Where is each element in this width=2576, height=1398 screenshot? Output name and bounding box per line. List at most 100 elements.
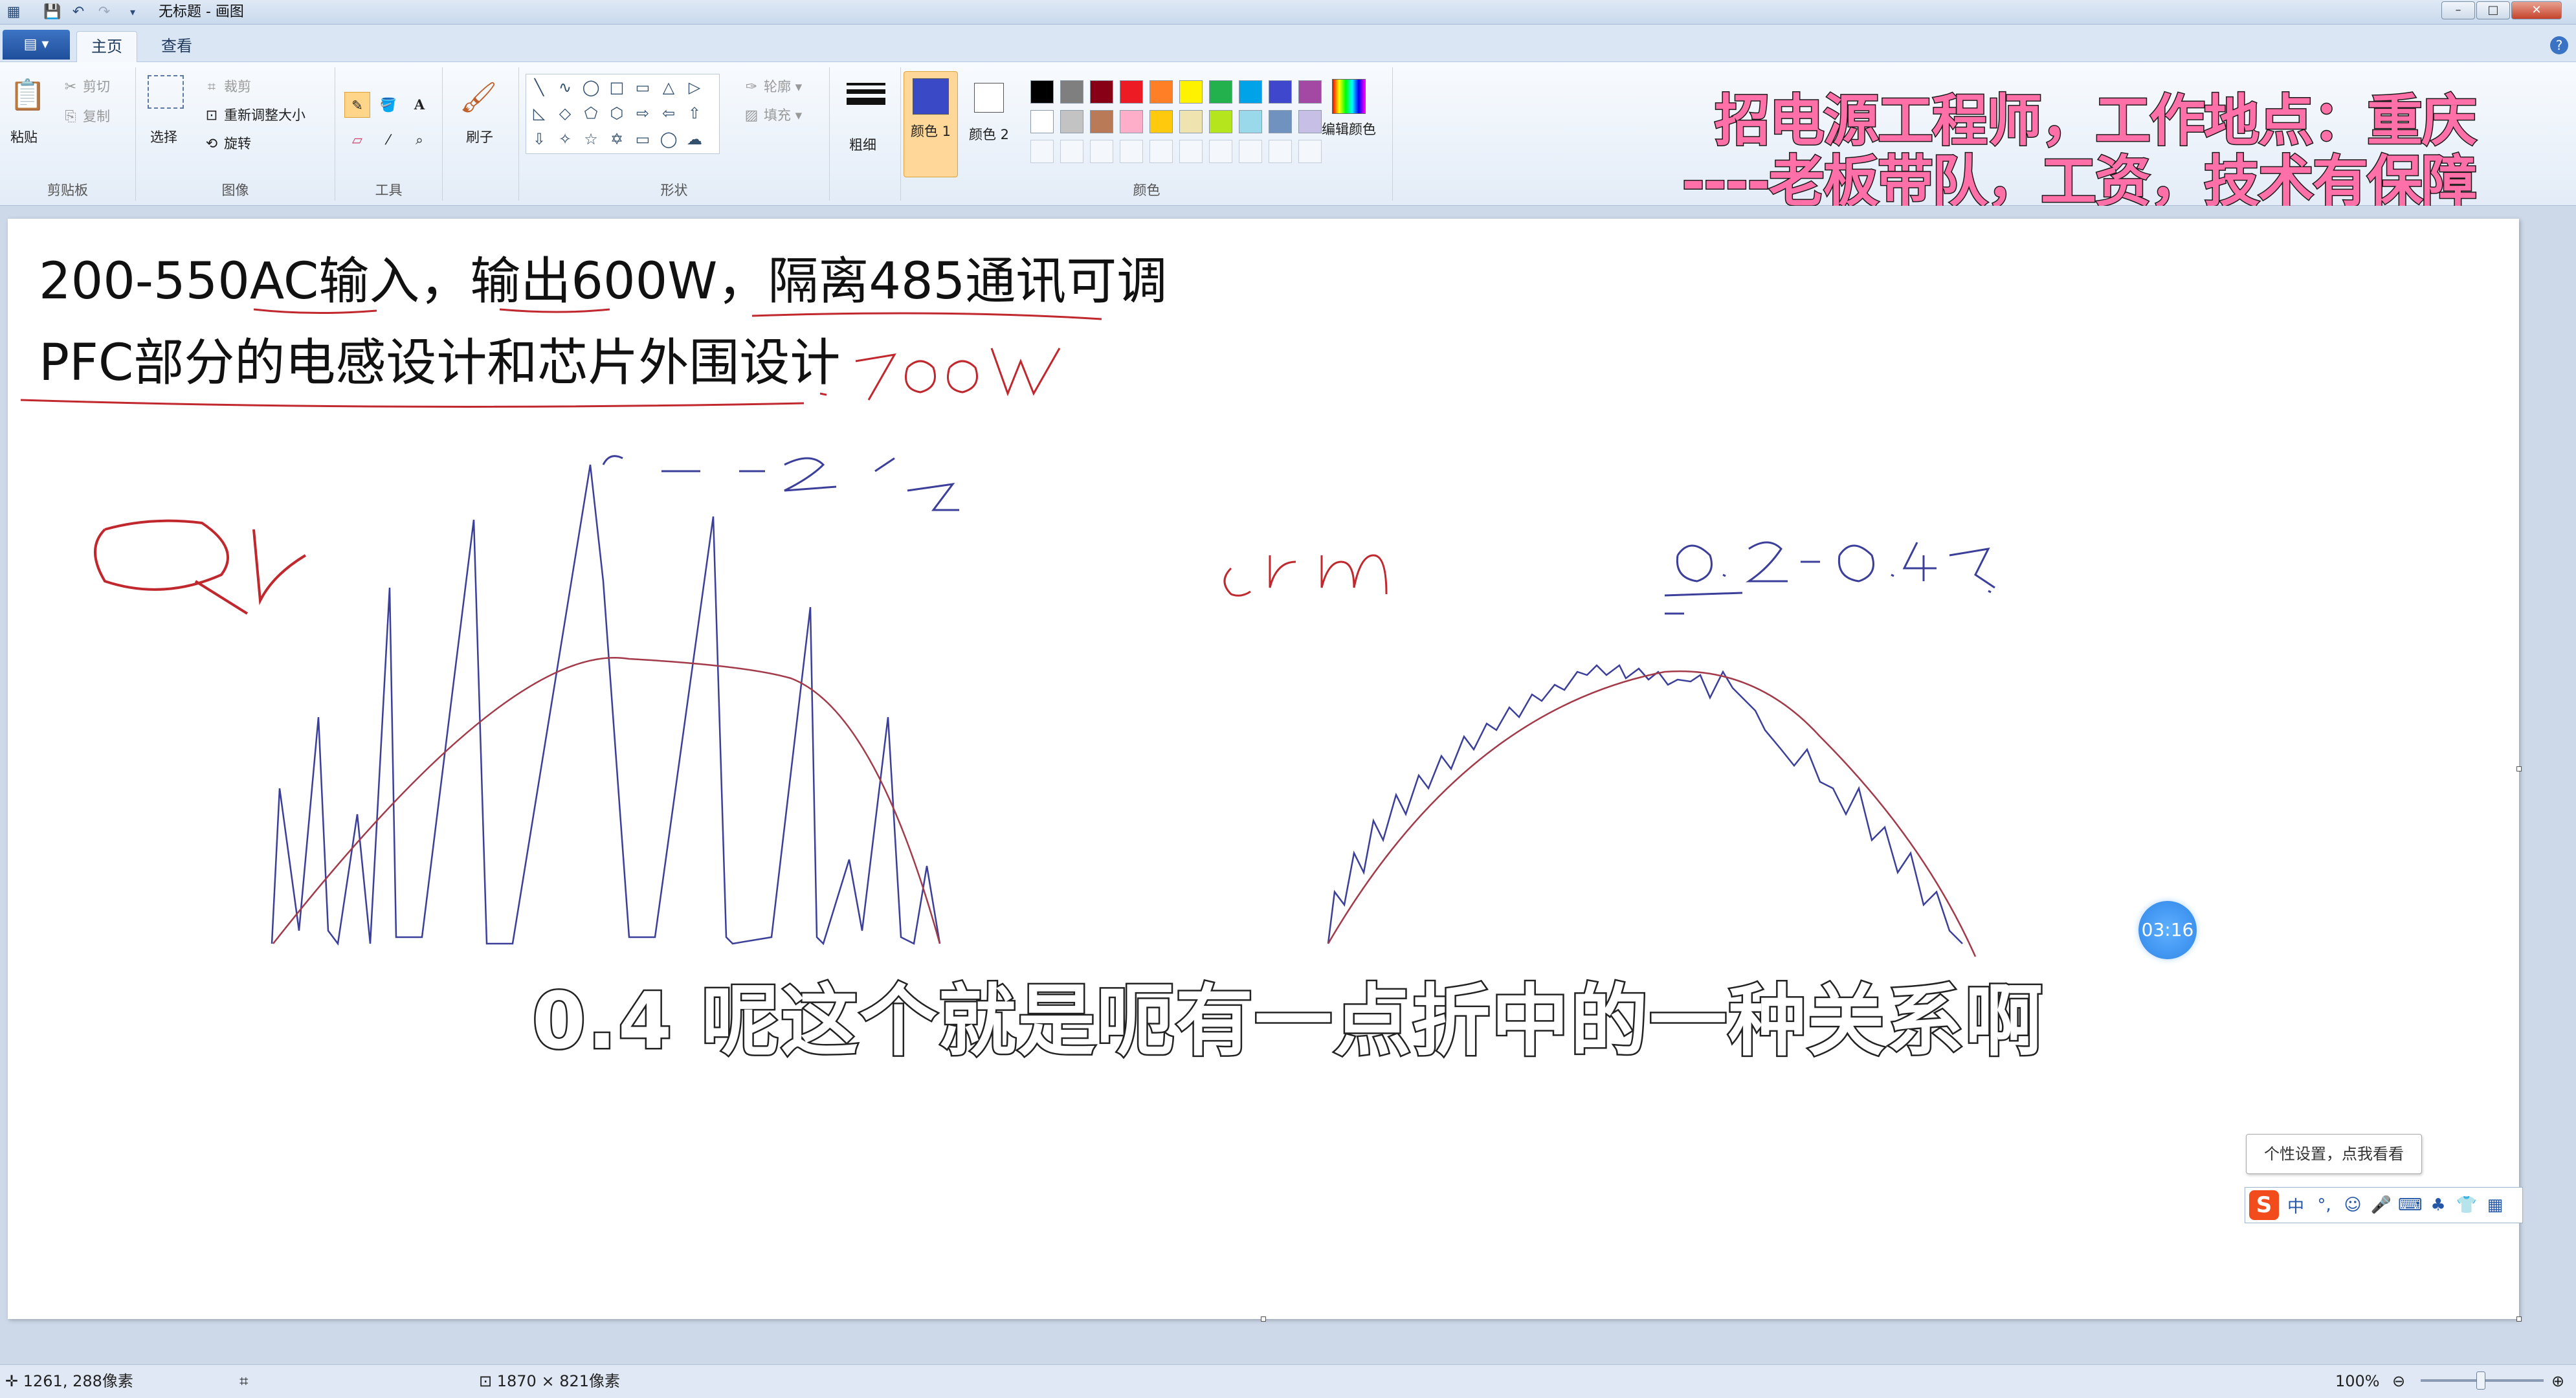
tab-home[interactable]: 主页 xyxy=(76,31,137,62)
shapes-gallery[interactable]: ╲ ∿ ◯ □ ▭ △ ▷ ◺ ◇ ⬠ ⬡ ⇨ ⇦ ⇧ ⇩ ✧ ☆ ✡ ▭ ◯ ☁ xyxy=(526,74,720,154)
drawing-canvas[interactable]: 200-550AC输入，输出600W，隔离485通讯可调 PFC部分的电感设计和… xyxy=(8,219,2522,1322)
zoom-slider-thumb[interactable] xyxy=(2476,1371,2485,1390)
ime-tools-icon[interactable]: ♣ xyxy=(2426,1195,2450,1215)
tab-view[interactable]: 查看 xyxy=(148,31,206,62)
brush-icon[interactable]: 🖌 xyxy=(460,76,497,118)
color2-button[interactable]: 颜色 2 xyxy=(966,71,1012,177)
magnifier-icon[interactable]: ⌕ xyxy=(406,127,432,153)
shape-option[interactable]: ⇩ xyxy=(526,126,552,152)
palette-color-swatch[interactable] xyxy=(1298,80,1322,104)
palette-color-swatch[interactable] xyxy=(1030,110,1054,133)
palette-color-swatch[interactable] xyxy=(1149,80,1173,104)
cut-button[interactable]: ✂ 剪切 xyxy=(62,76,110,96)
zoom-out-icon[interactable]: ⊖ xyxy=(2392,1365,2405,1397)
custom-color-slot[interactable] xyxy=(1060,140,1083,163)
maximize-button[interactable]: □ xyxy=(2476,1,2510,19)
ime-skin-icon[interactable]: 👕 xyxy=(2455,1195,2478,1215)
shape-option[interactable]: ✧ xyxy=(552,126,578,152)
shape-option[interactable]: ⬡ xyxy=(604,100,630,126)
select-button[interactable]: 选择 xyxy=(150,127,177,146)
rotate-button[interactable]: ⟲ 旋转 xyxy=(203,133,251,153)
custom-color-slot[interactable] xyxy=(1120,140,1143,163)
palette-color-swatch[interactable] xyxy=(1209,80,1232,104)
shape-option[interactable]: ⬠ xyxy=(578,100,604,126)
crop-button[interactable]: ⌗ 裁剪 xyxy=(203,76,251,96)
shape-option[interactable]: ⇨ xyxy=(630,100,656,126)
shape-option[interactable]: ╲ xyxy=(526,74,552,100)
palette-color-swatch[interactable] xyxy=(1030,80,1054,104)
outline-button[interactable]: ✑ 轮廓 ▾ xyxy=(743,76,802,96)
fill-bucket-icon[interactable]: 🪣 xyxy=(375,92,401,118)
ime-chinese-mode[interactable]: 中 xyxy=(2284,1193,2307,1217)
canvas-resize-handle-right[interactable] xyxy=(2516,766,2522,771)
canvas-workspace[interactable]: 200-550AC输入，输出600W，隔离485通讯可调 PFC部分的电感设计和… xyxy=(0,206,2576,1364)
shape-option[interactable]: ☁ xyxy=(682,126,707,152)
palette-color-swatch[interactable] xyxy=(1269,110,1292,133)
minimize-button[interactable]: – xyxy=(2441,1,2475,19)
file-menu-button[interactable]: ▤ ▾ xyxy=(3,30,70,60)
undo-icon[interactable]: ↶ xyxy=(69,3,88,22)
shape-option[interactable]: ✡ xyxy=(604,126,630,152)
shape-option[interactable]: ◇ xyxy=(552,100,578,126)
custom-color-slot[interactable] xyxy=(1209,140,1232,163)
custom-color-slot[interactable] xyxy=(1239,140,1262,163)
shape-option[interactable]: △ xyxy=(656,74,682,100)
shape-option[interactable]: ◯ xyxy=(656,126,682,152)
close-button[interactable]: ✕ xyxy=(2511,1,2562,19)
shape-option[interactable]: ⇦ xyxy=(656,100,682,126)
paste-button[interactable]: 粘贴 xyxy=(10,127,38,146)
shape-option[interactable]: ▭ xyxy=(630,74,656,100)
palette-color-swatch[interactable] xyxy=(1239,80,1262,104)
ime-keyboard-icon[interactable]: ⌨ xyxy=(2398,1195,2423,1215)
custom-color-slot[interactable] xyxy=(1030,140,1054,163)
eraser-icon[interactable]: ▱ xyxy=(344,127,370,153)
pencil-icon[interactable]: ✎ xyxy=(344,92,370,118)
resize-button[interactable]: ⊡ 重新调整大小 xyxy=(203,105,305,124)
ime-emoji-icon[interactable]: ☺ xyxy=(2341,1195,2364,1215)
sogou-logo-icon[interactable]: S xyxy=(2249,1190,2279,1220)
line-size-icon[interactable] xyxy=(847,79,885,109)
zoom-in-icon[interactable]: ⊕ xyxy=(2551,1365,2564,1397)
custom-color-slot[interactable] xyxy=(1149,140,1173,163)
palette-color-swatch[interactable] xyxy=(1269,80,1292,104)
ime-voice-icon[interactable]: 🎤 xyxy=(2370,1195,2393,1215)
canvas-resize-handle-bottom[interactable] xyxy=(1261,1316,1266,1322)
edit-colors-button[interactable]: 编辑颜色 xyxy=(1313,79,1385,139)
shape-option[interactable]: ▭ xyxy=(630,126,656,152)
color-picker-icon[interactable]: ⁄ xyxy=(375,127,401,153)
recording-timer[interactable]: 03:16 xyxy=(2138,901,2197,959)
shape-option[interactable]: ∿ xyxy=(552,74,578,100)
custom-color-slot[interactable] xyxy=(1298,140,1322,163)
select-icon[interactable] xyxy=(148,75,184,109)
canvas-resize-handle-corner[interactable] xyxy=(2516,1316,2522,1322)
palette-color-swatch[interactable] xyxy=(1239,110,1262,133)
save-icon[interactable]: 💾 xyxy=(43,3,62,22)
help-icon[interactable]: ? xyxy=(2550,36,2568,54)
paste-icon[interactable]: 📋 xyxy=(9,74,46,115)
customize-toolbar-icon[interactable]: ▾ xyxy=(123,3,142,22)
shape-option[interactable]: □ xyxy=(604,74,630,100)
ime-punctuation-icon[interactable]: °, xyxy=(2313,1195,2336,1215)
redo-icon[interactable]: ↷ xyxy=(94,3,114,22)
custom-color-slot[interactable] xyxy=(1090,140,1113,163)
shape-option[interactable]: ☆ xyxy=(578,126,604,152)
text-tool-icon[interactable]: A xyxy=(406,92,432,118)
palette-color-swatch[interactable] xyxy=(1060,80,1083,104)
palette-color-swatch[interactable] xyxy=(1209,110,1232,133)
ime-menu-icon[interactable]: ▦ xyxy=(2483,1195,2507,1215)
brushes-button[interactable]: 刷子 xyxy=(466,127,493,146)
palette-color-swatch[interactable] xyxy=(1149,110,1173,133)
size-button[interactable]: 粗细 xyxy=(849,135,876,154)
copy-button[interactable]: ⎘ 复制 xyxy=(62,106,110,126)
custom-color-slot[interactable] xyxy=(1179,140,1203,163)
palette-color-swatch[interactable] xyxy=(1298,110,1322,133)
custom-color-slot[interactable] xyxy=(1269,140,1292,163)
shape-option[interactable]: ◺ xyxy=(526,100,552,126)
shape-option[interactable]: ◯ xyxy=(578,74,604,100)
shape-option[interactable]: ▷ xyxy=(682,74,707,100)
color1-button[interactable]: 颜色 1 xyxy=(904,71,958,177)
shape-option[interactable]: ⇧ xyxy=(682,100,707,126)
palette-color-swatch[interactable] xyxy=(1179,110,1203,133)
palette-color-swatch[interactable] xyxy=(1090,80,1113,104)
palette-color-swatch[interactable] xyxy=(1120,80,1143,104)
